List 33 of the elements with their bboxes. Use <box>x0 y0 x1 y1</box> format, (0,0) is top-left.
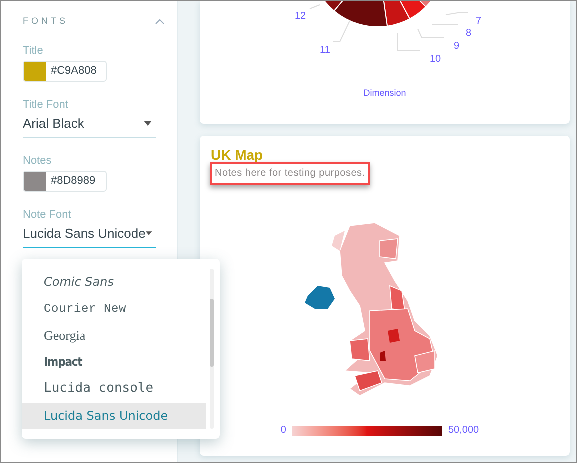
map-notes: Notes here for testing purposes. <box>210 162 370 185</box>
leader-line <box>432 24 458 26</box>
field-label: Note Font <box>23 210 72 220</box>
font-select[interactable]: Arial Black <box>23 116 156 138</box>
field-label: Title <box>23 46 44 56</box>
dropdown-option[interactable]: Lucida console <box>22 376 206 402</box>
field-label: Title Font <box>23 100 70 110</box>
slice-label: 7 <box>476 17 482 27</box>
font-select[interactable]: Lucida Sans Unicode <box>23 226 156 248</box>
slice-label: 11 <box>320 46 330 56</box>
leader-line <box>446 12 468 16</box>
field-label: Notes <box>23 156 53 166</box>
slice-label: 12 <box>295 12 306 22</box>
dropdown-option[interactable]: Comic Sans <box>22 269 206 295</box>
map-title: UK Map <box>210 148 264 162</box>
slice-label: 9 <box>454 42 460 52</box>
axis-label: Dimension <box>364 87 406 100</box>
dropdown-option[interactable]: Lucida Sans Unicode <box>22 402 206 429</box>
caret-icon <box>144 120 152 126</box>
caret-icon <box>146 230 152 236</box>
chevron-up-icon[interactable] <box>155 18 165 25</box>
slice-label: 8 <box>466 29 472 39</box>
dropdown-option[interactable]: Impact <box>22 349 206 376</box>
legend-min: 0 <box>280 424 286 438</box>
slice-label: 10 <box>430 55 442 65</box>
color-field[interactable]: #8D8989 <box>23 170 107 192</box>
leader-line <box>310 4 320 10</box>
color-field[interactable]: #C9A808 <box>23 60 107 82</box>
section-title: FONTS <box>23 15 68 28</box>
legend-max: 50,000 <box>448 424 480 438</box>
leader-line <box>332 20 350 42</box>
dropdown-option[interactable]: Georgia <box>22 322 206 349</box>
dropdown-option[interactable]: Courier New <box>22 296 206 322</box>
